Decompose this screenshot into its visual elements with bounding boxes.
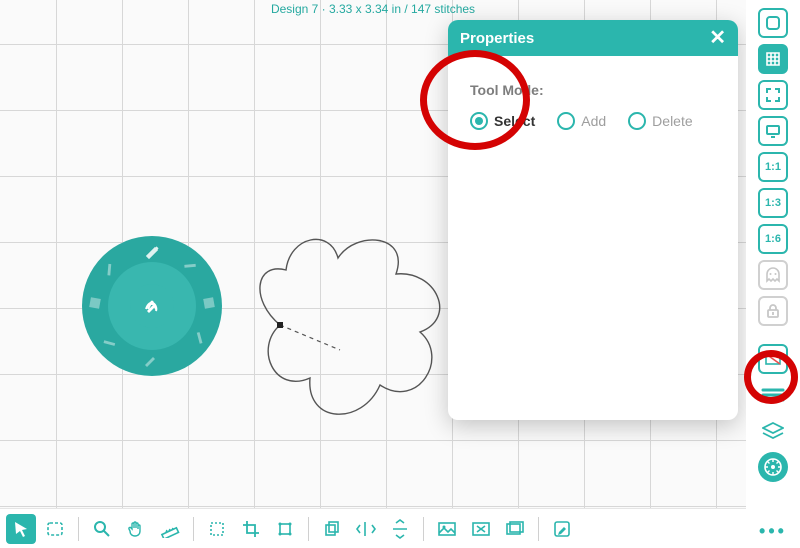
wheel-center	[130, 284, 174, 328]
wheel-icon-10[interactable]	[98, 254, 123, 279]
side-ghost-icon[interactable]	[758, 260, 788, 290]
flip-h-tool[interactable]	[351, 514, 381, 544]
edit-tool[interactable]	[547, 514, 577, 544]
bottom-toolbar	[0, 508, 746, 548]
side-monitor[interactable]	[758, 116, 788, 146]
transform-tool[interactable]	[270, 514, 300, 544]
flip-v-tool[interactable]	[385, 514, 415, 544]
radio-dot-icon	[470, 112, 488, 130]
side-outline-box[interactable]	[758, 8, 788, 38]
toolbar-divider	[538, 517, 539, 541]
ruler-tool[interactable]	[155, 514, 185, 544]
close-icon[interactable]: ✕	[709, 28, 726, 48]
radio-dot-icon	[557, 112, 575, 130]
wheel-icon-3[interactable]	[199, 293, 220, 314]
radio-dot-icon	[628, 112, 646, 130]
lasso-tool[interactable]	[40, 514, 70, 544]
duplicate-tool[interactable]	[317, 514, 347, 544]
radio-add[interactable]: Add	[557, 112, 606, 130]
tool-wheel[interactable]	[82, 236, 222, 376]
side-fit-screen[interactable]	[758, 80, 788, 110]
tool-mode-label: Tool Mode:	[470, 82, 716, 98]
hand-tool[interactable]	[121, 514, 151, 544]
radio-label: Add	[581, 113, 606, 129]
wheel-icon-8[interactable]	[95, 329, 120, 354]
side-swatch-icon[interactable]	[758, 344, 788, 374]
side-wheel-icon[interactable]	[758, 452, 788, 482]
side-zoom-1-6[interactable]: 1:6	[758, 224, 788, 254]
marquee-tool[interactable]	[202, 514, 232, 544]
image-tool[interactable]	[432, 514, 462, 544]
side-layers-icon[interactable]	[758, 416, 788, 446]
properties-title: Properties	[460, 30, 534, 47]
radio-select[interactable]: Select	[470, 112, 535, 130]
properties-header: Properties ✕	[448, 20, 738, 56]
side-grid[interactable]	[758, 44, 788, 74]
radio-delete[interactable]: Delete	[628, 112, 692, 130]
toolbar-divider	[423, 517, 424, 541]
right-toolbar: 1:1 1:3 1:6 •••	[746, 0, 800, 548]
toolbar-divider	[308, 517, 309, 541]
side-zoom-1-3[interactable]: 1:3	[758, 188, 788, 218]
side-zoom-1-1[interactable]: 1:1	[758, 152, 788, 182]
wheel-icon-6[interactable]	[144, 352, 162, 370]
toolbar-divider	[193, 517, 194, 541]
wheel-icon-2[interactable]	[180, 254, 205, 279]
zoom-tool[interactable]	[87, 514, 117, 544]
toolbar-divider	[78, 517, 79, 541]
tool-mode-radio-group: Select Add Delete	[470, 112, 716, 130]
wheel-icon-9[interactable]	[85, 293, 106, 314]
properties-panel: Properties ✕ Tool Mode: Select Add Delet…	[448, 20, 738, 420]
side-lock-icon[interactable]	[758, 296, 788, 326]
image-x-tool[interactable]	[466, 514, 496, 544]
design-info-text: Design 7 · 3.33 x 3.34 in / 147 stitches	[0, 0, 746, 16]
artwork-outline	[250, 200, 460, 430]
image-stack-tool[interactable]	[500, 514, 530, 544]
cursor-tool[interactable]	[6, 514, 36, 544]
crop-tool[interactable]	[236, 514, 266, 544]
side-lines-icon[interactable]	[758, 380, 788, 410]
wheel-icon-12[interactable]	[143, 242, 161, 260]
radio-label: Select	[494, 113, 535, 129]
curve-icon[interactable]	[144, 299, 160, 313]
side-more-icon[interactable]: •••	[759, 521, 787, 542]
radio-label: Delete	[652, 113, 692, 129]
